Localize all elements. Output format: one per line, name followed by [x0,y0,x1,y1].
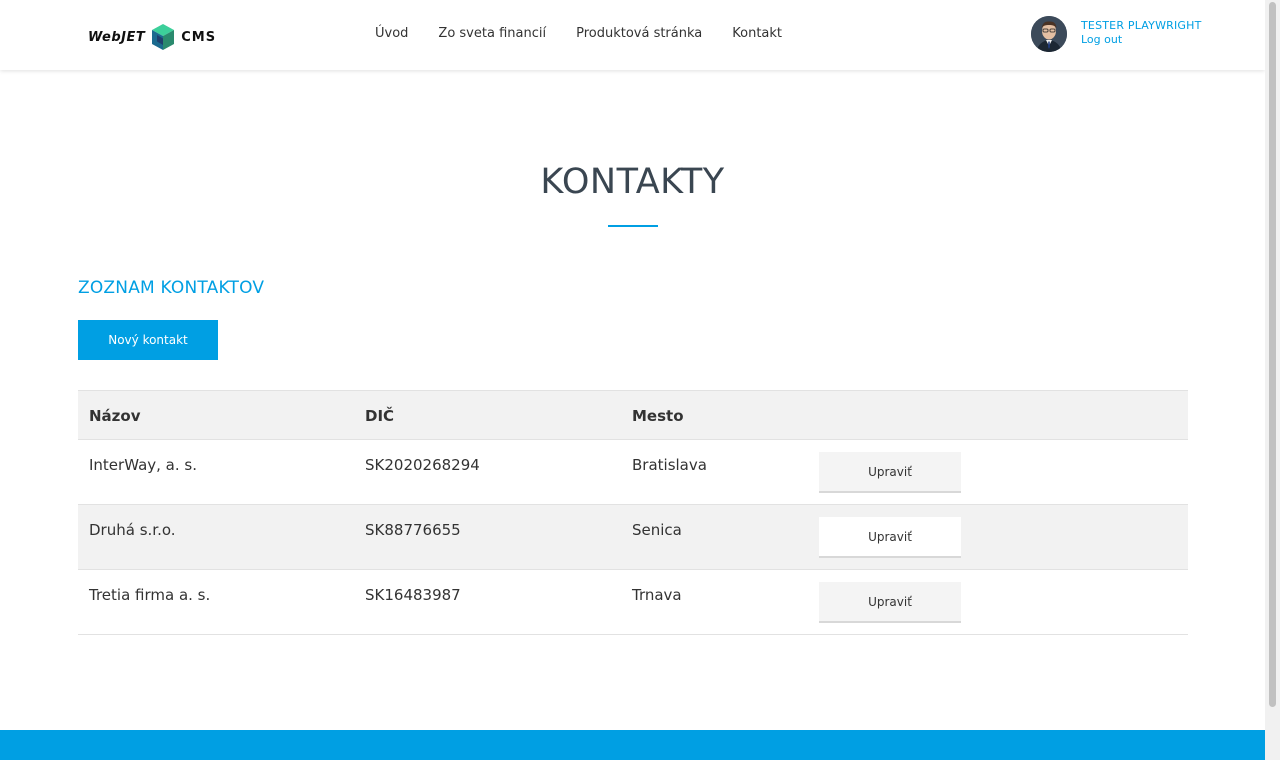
footer-bar [0,730,1265,760]
nav-item-zo-sveta-financii[interactable]: Zo sveta financií [438,26,546,41]
table-row: Tretia firma a. s. SK16483987 Trnava Upr… [78,570,1188,635]
cell-name: Tretia firma a. s. [89,586,211,604]
scrollbar-thumb[interactable] [1269,2,1276,707]
cell-city: Trnava [632,586,682,604]
nav-item-uvod[interactable]: Úvod [375,26,408,41]
nav-item-kontakt[interactable]: Kontakt [732,26,782,41]
user-info: TESTER PLAYWRIGHT Log out [1081,16,1202,46]
column-header-dic[interactable]: DIČ [365,407,394,425]
webjet-logo[interactable]: WebJET CMS [88,22,216,52]
logo-text-cms: CMS [181,29,217,45]
title-underline [608,225,658,227]
avatar [1031,16,1067,52]
page-title: KONTAKTY [540,162,725,202]
cell-dic: SK88776655 [365,521,461,539]
cell-city: Senica [632,521,682,539]
logout-link[interactable]: Log out [1081,33,1202,46]
cell-city: Bratislava [632,456,707,474]
contacts-table: Názov DIČ Mesto InterWay, a. s. SK202026… [78,390,1188,635]
user-name: TESTER PLAYWRIGHT [1081,19,1202,32]
edit-button[interactable]: Upraviť [819,517,961,558]
table-row: InterWay, a. s. SK2020268294 Bratislava … [78,440,1188,505]
cube-logo-icon [152,24,175,50]
nav-item-produktova-stranka[interactable]: Produktová stránka [576,26,702,41]
main-nav: Úvod Zo sveta financií Produktová stránk… [375,26,782,41]
site-header: WebJET CMS Úvod Zo sveta financií Produk… [0,0,1265,70]
column-header-mesto[interactable]: Mesto [632,407,684,425]
table-row: Druhá s.r.o. SK88776655 Senica Upraviť [78,505,1188,570]
edit-button[interactable]: Upraviť [819,582,961,623]
vertical-scrollbar[interactable] [1265,0,1280,760]
cell-name: Druhá s.r.o. [89,521,176,539]
logo-text-webjet: WebJET [88,29,146,45]
user-photo-icon [1031,16,1067,52]
new-contact-button[interactable]: Nový kontakt [78,320,218,360]
page: WebJET CMS Úvod Zo sveta financií Produk… [0,0,1265,760]
edit-button[interactable]: Upraviť [819,452,961,493]
table-header-row: Názov DIČ Mesto [78,391,1188,440]
cell-dic: SK16483987 [365,586,461,604]
section-title: ZOZNAM KONTAKTOV [78,278,265,298]
user-panel: TESTER PLAYWRIGHT Log out [1031,16,1202,52]
column-header-nazov[interactable]: Názov [89,407,141,425]
cell-name: InterWay, a. s. [89,456,197,474]
cell-dic: SK2020268294 [365,456,480,474]
